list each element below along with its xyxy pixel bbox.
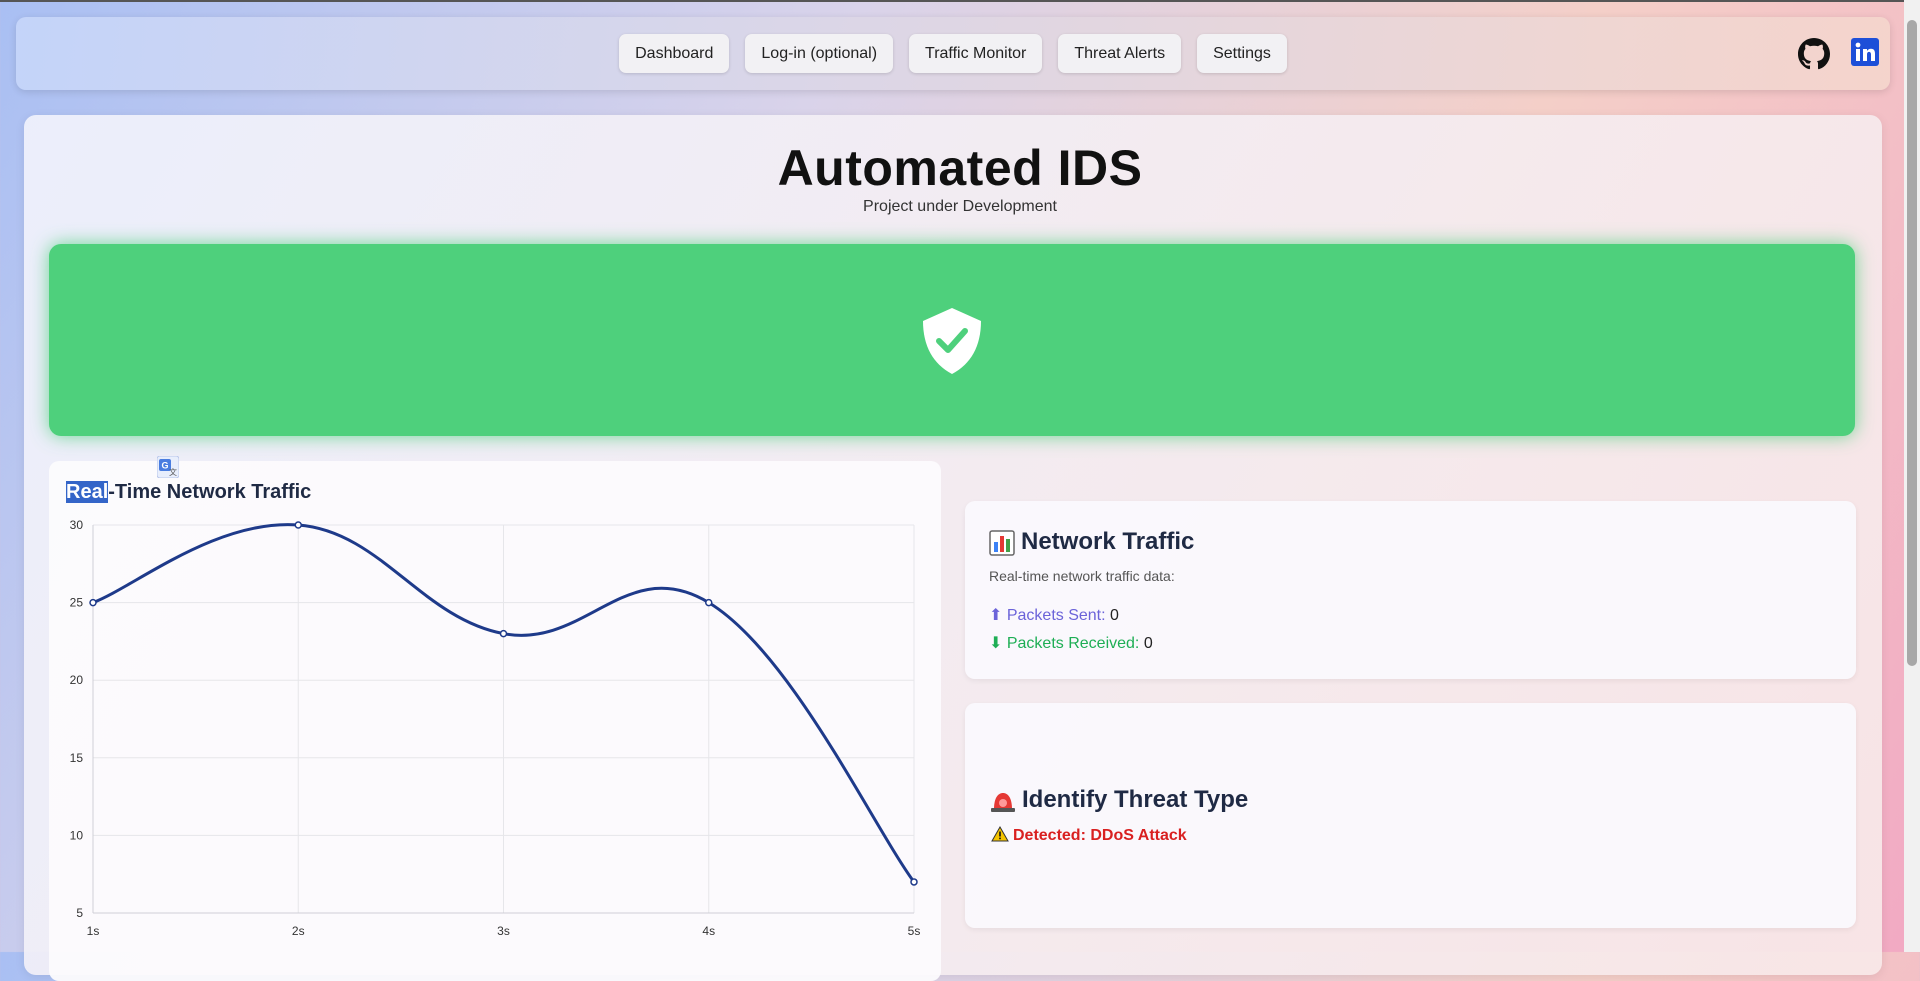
bar-chart-icon [989, 529, 1015, 556]
page-subtitle: Project under Development [863, 198, 1057, 215]
x-tick-label: 1s [87, 924, 100, 938]
traffic-line-chart: 30 25 20 15 10 5 1s 2s 3s 4s 5s [70, 518, 921, 938]
github-icon[interactable] [1798, 38, 1830, 70]
threat-detected-text: Detected: DDoS Attack [1013, 827, 1187, 844]
nav-settings[interactable]: Settings [1197, 34, 1287, 73]
y-tick-label: 5 [76, 906, 83, 920]
y-tick-label: 10 [70, 828, 84, 842]
x-tick-label: 4s [702, 924, 715, 938]
shield-check-icon [923, 308, 981, 374]
navbar: Dashboard Log-in (optional) Traffic Moni… [16, 17, 1890, 90]
window-top-border [0, 0, 1920, 2]
network-traffic-description: Real-time network traffic data: [989, 568, 1175, 584]
x-tick-label: 3s [497, 924, 510, 938]
y-tick-label: 25 [70, 596, 84, 610]
packets-received-value: 0 [1143, 635, 1153, 652]
packets-sent: ⬆ Packets Sent: 0 [989, 605, 1119, 625]
x-tick-label: 5s [908, 924, 921, 938]
packets-sent-value: 0 [1110, 607, 1119, 624]
scrollbar-thumb[interactable] [1907, 20, 1917, 666]
warning-icon [991, 825, 1009, 842]
threat-type-title: Identify Threat Type [990, 786, 1248, 814]
chart-title-rest: -Time Network Traffic [108, 481, 312, 503]
packets-sent-label: ⬆ Packets Sent: [989, 607, 1106, 624]
data-point [705, 598, 713, 607]
page-title: Automated IDS [777, 140, 1143, 196]
nav-dashboard[interactable]: Dashboard [619, 34, 730, 73]
chart-title-selected: Real [66, 481, 109, 503]
network-traffic-title-text: Network Traffic [1021, 528, 1195, 555]
svg-text:G: G [161, 461, 168, 471]
y-tick-label: 15 [70, 751, 84, 765]
data-point [294, 521, 302, 529]
data-point [910, 878, 918, 886]
nav-threat-alerts[interactable]: Threat Alerts [1058, 34, 1182, 73]
packets-received-label: ⬇ Packets Received: [989, 635, 1140, 652]
packets-received: ⬇ Packets Received: 0 [989, 633, 1153, 653]
y-tick-label: 30 [70, 518, 84, 532]
nav-links: Dashboard Log-in (optional) Traffic Moni… [16, 34, 1890, 73]
x-tick-label: 2s [292, 924, 305, 938]
threat-type-panel [965, 703, 1856, 928]
translate-icon[interactable]: G 文 [157, 456, 179, 478]
siren-icon [991, 792, 1015, 812]
nav-traffic-monitor[interactable]: Traffic Monitor [909, 34, 1043, 73]
threat-type-title-text: Identify Threat Type [1022, 786, 1249, 813]
linkedin-icon[interactable] [1851, 38, 1879, 66]
threat-detected: Detected: DDoS Attack [991, 825, 1187, 845]
chart-title: Real-Time Network Traffic [66, 481, 311, 504]
network-traffic-title: Network Traffic [989, 528, 1194, 556]
y-tick-label: 20 [70, 673, 84, 687]
data-point [499, 629, 508, 638]
data-point [89, 598, 97, 607]
svg-text:文: 文 [169, 467, 177, 477]
nav-login[interactable]: Log-in (optional) [745, 34, 894, 73]
